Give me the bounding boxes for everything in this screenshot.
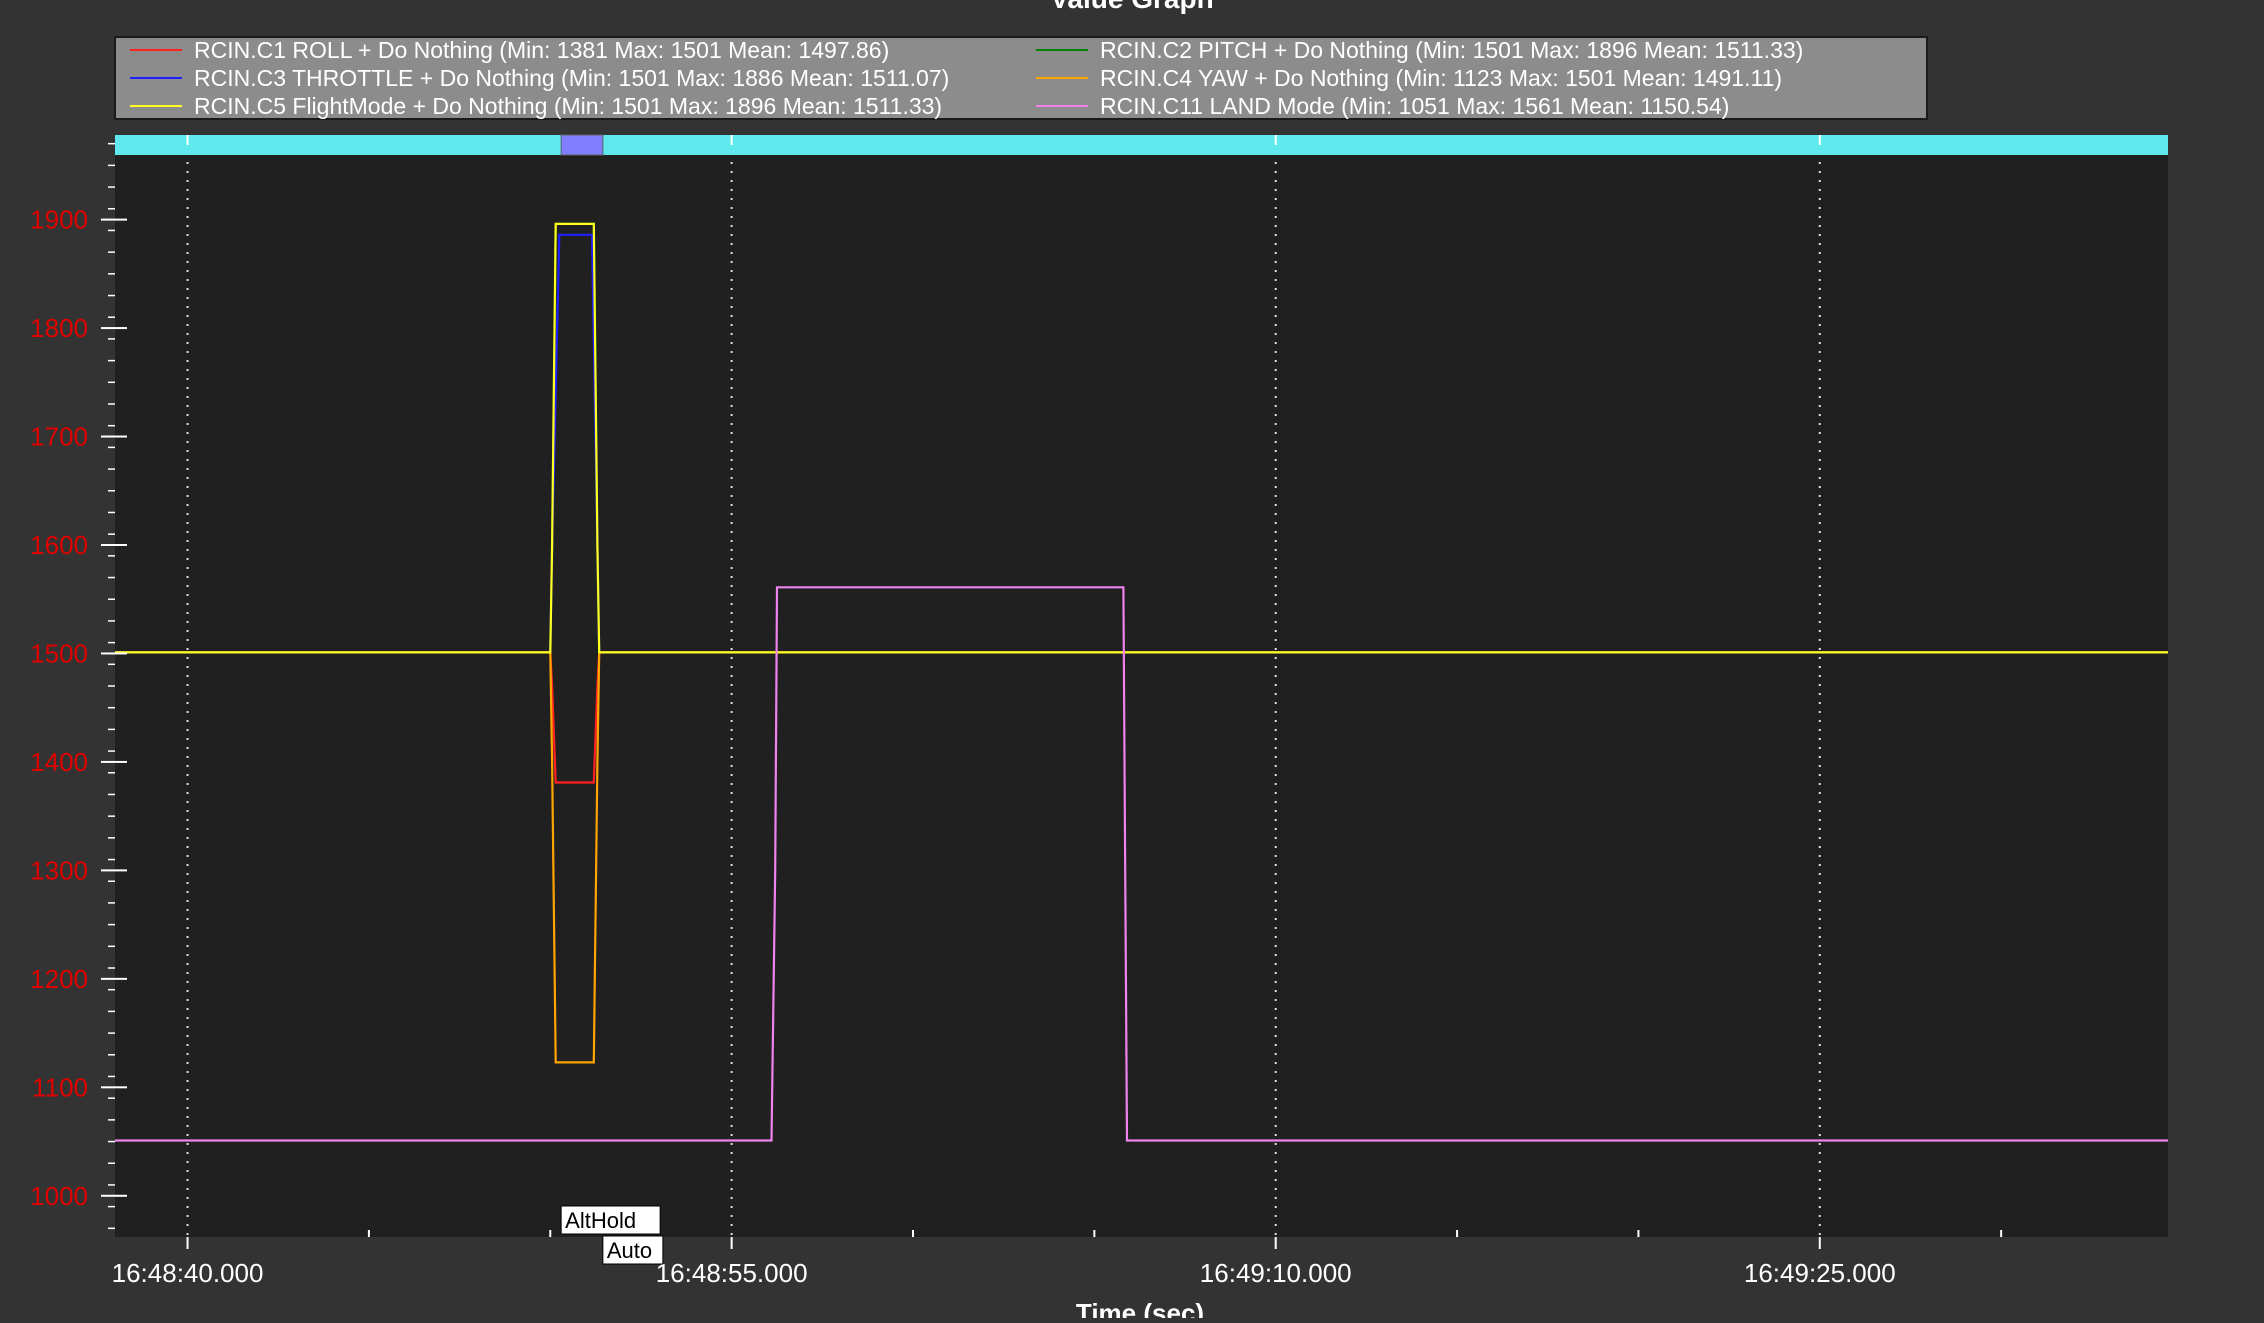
flight-mode-bar — [115, 134, 2168, 156]
y-tick-label: 1500 — [30, 638, 88, 668]
y-tick-label: 1800 — [30, 313, 88, 343]
legend-entry[interactable]: RCIN.C5 FlightMode + Do Nothing (Min: 15… — [194, 93, 942, 119]
y-tick-label: 1200 — [30, 964, 88, 994]
mode-bar-segment — [560, 134, 604, 156]
mode-label: AltHold — [565, 1208, 636, 1233]
mode-label: Auto — [607, 1238, 652, 1263]
mode-bar — [115, 135, 2168, 155]
y-tick-label: 1400 — [30, 747, 88, 777]
y-tick-label: 1700 — [30, 422, 88, 452]
x-tick-label: 16:48:55.000 — [656, 1258, 808, 1288]
plot-area — [115, 135, 2168, 1237]
legend-entry[interactable]: RCIN.C4 YAW + Do Nothing (Min: 1123 Max:… — [1100, 65, 1782, 91]
x-tick-label: 16:48:40.000 — [112, 1258, 264, 1288]
chart-title: Value Graph — [1050, 0, 1213, 14]
y-tick-label: 1300 — [30, 855, 88, 885]
y-tick-label: 1000 — [30, 1181, 88, 1211]
legend-entry[interactable]: RCIN.C3 THROTTLE + Do Nothing (Min: 1501… — [194, 65, 949, 91]
x-tick-label: 16:49:10.000 — [1200, 1258, 1352, 1288]
legend-entry[interactable]: RCIN.C1 ROLL + Do Nothing (Min: 1381 Max… — [194, 37, 889, 63]
x-axis-label: Time (sec) — [1076, 1298, 1204, 1318]
x-tick-label: 16:49:25.000 — [1744, 1258, 1896, 1288]
chart-svg: Value Graph 1000 1100 1200 1300 1400 1500 1600… — [0, 0, 2264, 1323]
legend-entry[interactable]: RCIN.C11 LAND Mode (Min: 1051 Max: 1561 … — [1100, 93, 1729, 119]
legend-entry[interactable]: RCIN.C2 PITCH + Do Nothing (Min: 1501 Ma… — [1100, 37, 1803, 63]
y-tick-label: 1900 — [30, 205, 88, 235]
y-tick-label: 1600 — [30, 530, 88, 560]
value-graph-chart: Value Graph 1000 1100 1200 1300 1400 1500 1600… — [0, 0, 2264, 1323]
legend[interactable]: RCIN.C1 ROLL + Do Nothing (Min: 1381 Max… — [114, 36, 1928, 120]
y-tick-label: 1100 — [32, 1072, 88, 1102]
